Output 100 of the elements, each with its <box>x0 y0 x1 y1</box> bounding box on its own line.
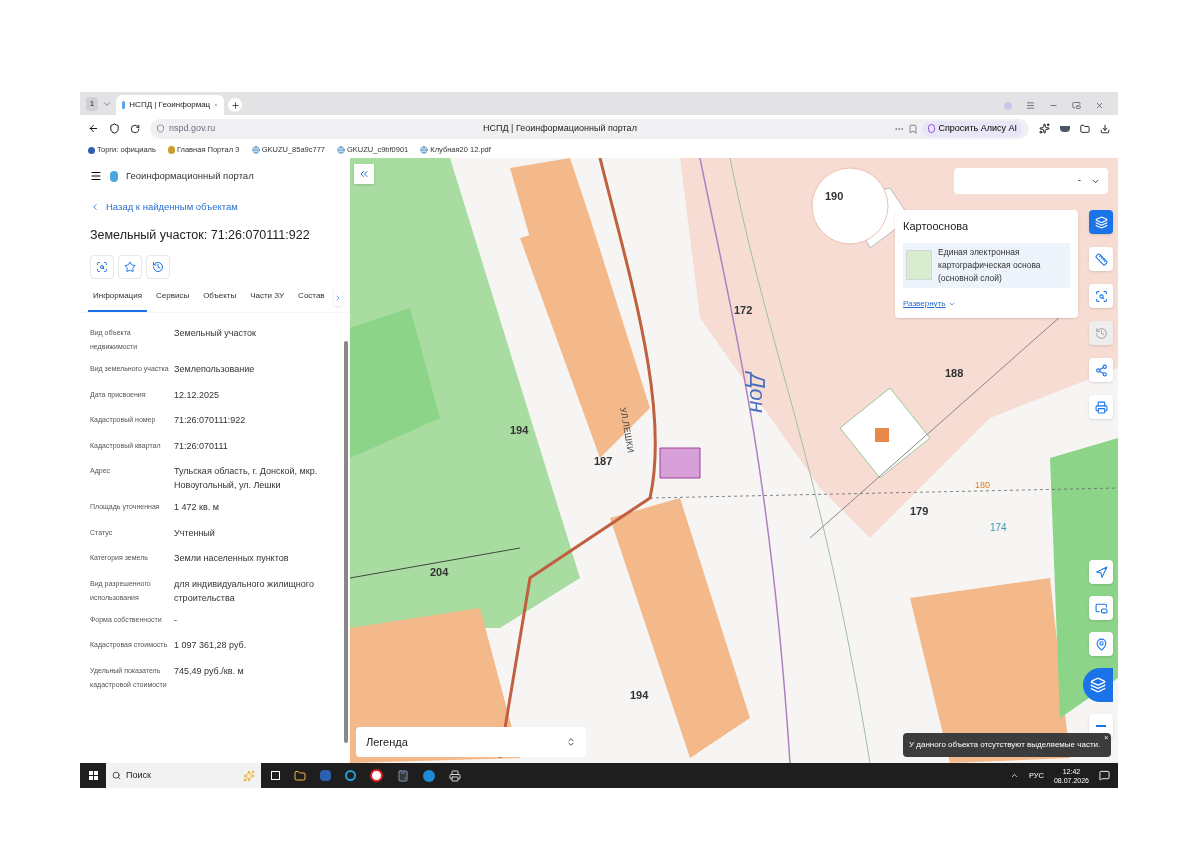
layer-panel-title: Картооснова <box>903 219 970 234</box>
street-label: УЛ.ЛЕШКИ <box>618 406 636 454</box>
print-icon <box>1094 400 1108 414</box>
tray-expand-icon[interactable] <box>1009 771 1019 780</box>
property-value: 745,49 руб./кв. м <box>174 664 245 678</box>
globe-icon <box>251 146 260 154</box>
locate-button[interactable] <box>1089 560 1113 584</box>
history-icon <box>1094 326 1108 340</box>
pin-button[interactable] <box>1089 632 1113 656</box>
back-link-text: Назад к найденным объектам <box>106 200 238 214</box>
parcel-number: 188 <box>945 367 964 379</box>
folder-icon[interactable] <box>294 769 306 782</box>
chevron-left-icon <box>90 202 100 213</box>
locate-object-button[interactable] <box>90 255 114 279</box>
contour-label: 180 <box>975 480 991 490</box>
legend-select[interactable]: Легенда <box>356 727 586 757</box>
address-field[interactable]: nspd.gov.ru НСПД | Геоинформационный портал Спросить Алису AI <box>150 118 1029 139</box>
layer-name: Единая электронная картографическая основа (основной слой) <box>938 245 1042 285</box>
download-icon[interactable] <box>1100 123 1110 134</box>
panel-tab[interactable]: Части ЗУ <box>245 290 290 312</box>
security-icon <box>156 124 165 133</box>
map-thumbnail <box>906 250 932 280</box>
layers-icon <box>1090 677 1106 693</box>
ask-alice-button[interactable]: Спросить Алису AI <box>922 120 1023 137</box>
star-icon <box>124 261 136 273</box>
parcel-number: 194 <box>630 689 649 701</box>
new-tab-button[interactable] <box>228 98 242 112</box>
bookmark-icon[interactable] <box>908 123 919 134</box>
back-link[interactable]: Назад к найденным объектам <box>90 200 350 215</box>
scale-value: - <box>1078 174 1081 188</box>
globe-icon <box>337 146 345 154</box>
select-button[interactable] <box>1089 284 1113 308</box>
panel-tab[interactable]: Информация <box>88 290 147 312</box>
taskbar-search-field[interactable]: Поиск <box>106 763 261 788</box>
minimap-button[interactable] <box>1089 596 1113 620</box>
tabs-menu-icon[interactable] <box>102 99 112 109</box>
double-chevron-left-icon <box>358 168 370 180</box>
river-label: Дон <box>745 373 770 413</box>
layers-button[interactable] <box>1089 210 1113 234</box>
scale-select[interactable]: - <box>954 168 1108 194</box>
ruler-icon <box>1094 252 1108 266</box>
expand-link[interactable]: Развернуть <box>903 297 1070 310</box>
search-placeholder: Поиск <box>126 768 151 782</box>
tab-counter[interactable]: 1 <box>86 97 98 111</box>
minus-icon <box>1096 725 1106 727</box>
plus-icon <box>230 100 240 110</box>
panel-tab[interactable]: Объекты <box>198 290 242 312</box>
notifications-icon[interactable] <box>1099 770 1110 781</box>
portal-title: Геоинформационный портал <box>126 168 254 183</box>
history-button[interactable] <box>146 255 170 279</box>
tab-title: НСПД | Геоинформац <box>129 99 211 111</box>
menu-icon[interactable] <box>90 170 102 182</box>
property-value: Тульская область, г. Донской, мкр. Новоугольный, ул. Лешки <box>174 465 319 492</box>
layer-item[interactable]: Единая электронная картографическая основа (основной слой) <box>903 242 1070 288</box>
start-icon[interactable] <box>88 771 98 780</box>
map-service-button[interactable] <box>1083 668 1113 702</box>
parcel-number: 187 <box>594 455 613 467</box>
sparkle-icon <box>243 769 255 782</box>
property-value: 71:26:070111 <box>174 439 229 453</box>
panel-tab[interactable]: Сервисы <box>151 290 195 312</box>
property-value: Учтенный <box>174 526 216 540</box>
share-button[interactable] <box>1089 358 1113 382</box>
toast-message: У данного объекта отсутствуют выделяемые части. <box>909 739 1101 751</box>
panel-tab[interactable]: Состав <box>293 290 330 312</box>
restore-icon[interactable] <box>1072 101 1081 110</box>
printer-icon[interactable] <box>449 769 461 782</box>
close-icon[interactable] <box>1095 101 1104 110</box>
browser-tab[interactable]: НСПД | Геоинформац <box>116 95 224 115</box>
property-value: 12.12.2025 <box>174 388 221 402</box>
calculator-icon[interactable] <box>397 769 409 782</box>
favorite-button[interactable] <box>118 255 142 279</box>
pin-icon <box>1094 637 1108 651</box>
parcel-number: 194 <box>510 424 529 436</box>
history-icon <box>152 261 164 273</box>
collapse-panel-button[interactable] <box>354 164 374 184</box>
zoom-to-object-icon <box>96 261 108 273</box>
share-icon <box>1094 363 1108 377</box>
layers-icon <box>1094 215 1108 229</box>
legend-label: Легенда <box>366 734 408 750</box>
sparkle-icon[interactable] <box>1039 123 1050 134</box>
contour-label: 174 <box>990 522 1007 533</box>
scrollbar[interactable] <box>344 341 348 743</box>
object-title: Земельный участок: 71:26:070111:922 <box>90 227 311 245</box>
locate-icon <box>1094 565 1108 579</box>
select-icon <box>1094 289 1108 303</box>
print-button[interactable] <box>1089 395 1113 419</box>
property-value: Земли населенных пунктов <box>174 552 290 565</box>
scroll-tabs-button[interactable] <box>333 290 342 306</box>
back-icon[interactable] <box>88 123 99 134</box>
task-view-icon[interactable] <box>271 771 280 780</box>
property-value: для индивидуального жилищного строительства <box>174 577 315 605</box>
property-value: 1 097 361,28 руб. <box>174 639 248 652</box>
reload-icon[interactable] <box>130 123 140 134</box>
expand-link-text: Развернуть <box>903 297 946 310</box>
ruler-button[interactable] <box>1089 247 1113 271</box>
parcel-number: 190 <box>825 190 844 202</box>
shield-icon[interactable] <box>109 123 120 134</box>
search-icon <box>112 771 121 780</box>
url-text: nspd.gov.ru <box>169 121 217 135</box>
parcel-number: 172 <box>734 304 753 316</box>
